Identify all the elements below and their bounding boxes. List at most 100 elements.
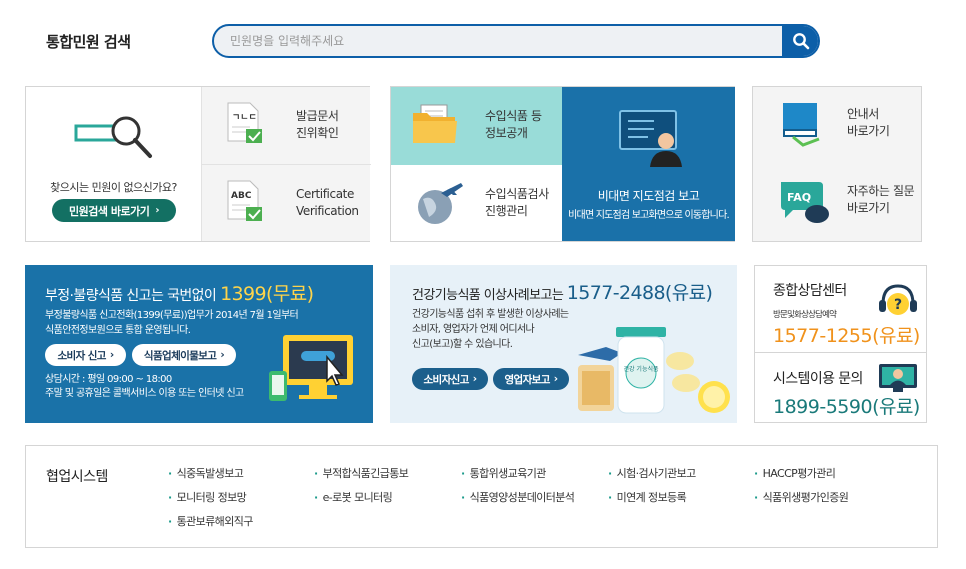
faq-line2: 바로가기 [847, 201, 890, 215]
verify-column: ㄱㄴㄷ 발급문서 진위확인 ABC Certificate Verificati… [201, 87, 371, 241]
bad-food-report-title-text: 부정·불량식품 신고는 국번없이 [45, 288, 217, 304]
document-verify-link[interactable]: ㄱㄴㄷ 발급문서 진위확인 [202, 87, 371, 164]
cooperation-link[interactable]: 시험·검사기관보고 [608, 465, 697, 481]
health-food-report-desc-line3: 신고(보고)할 수 있습니다. [412, 339, 513, 350]
remote-inspection-report-link[interactable]: 비대면 지도점검 보고 비대면 지도점검 보고화면으로 이동합니다. [562, 87, 735, 241]
import-info-line2: 정보공개 [485, 126, 528, 140]
chevron-right-icon: › [472, 373, 477, 385]
import-inspect-link[interactable]: 수입식품검사 진행관리 [391, 165, 562, 241]
certificate-verify-link[interactable]: ABC Certificate Verification [202, 164, 371, 241]
bad-food-report-number: 1399(무료) [220, 283, 314, 305]
cooperation-link[interactable]: HACCP평가관리 [754, 465, 836, 481]
business-report-label: 식품업체이물보고 [143, 349, 217, 362]
chevron-right-icon: › [109, 349, 114, 361]
finder-question: 찾으시는 민원이 없으신가요? [50, 181, 177, 194]
help-panel: 안내서 바로가기 FAQ 자주하는 질문 바로가기 [752, 86, 922, 242]
chevron-right-icon: › [155, 205, 159, 216]
faq-link[interactable]: FAQ 자주하는 질문 바로가기 [753, 164, 921, 241]
import-inspect-line2: 진행관리 [485, 204, 528, 218]
health-food-report-title: 건강기능식품 이상사례보고는 1577-2488(유료) [412, 278, 713, 305]
consult-center-number: 1577-1255(유료) [773, 325, 920, 347]
supplements-illustration: 건강 기능식품 [578, 327, 730, 414]
faq-icon: FAQ [781, 182, 829, 223]
consult-center-title: 종합상담센터 [773, 283, 847, 299]
document-verify-line1: 발급문서 [296, 109, 339, 123]
svg-text:?: ? [894, 297, 902, 313]
magnifier-icon [74, 116, 152, 158]
consumer-health-report-label: 소비자신고 [423, 373, 469, 386]
search-bar [212, 24, 820, 58]
import-info-line1: 수입식품 등 [485, 109, 542, 123]
search-icon [793, 33, 810, 50]
consult-center-subtitle: 방문및화상상담예약 [773, 310, 837, 320]
bad-food-report-title: 부정·불량식품 신고는 국번없이 1399(무료) [45, 279, 314, 306]
cooperation-link[interactable]: 통합위생교육기관 [461, 465, 547, 481]
business-health-report-label: 영업자보고 [504, 373, 550, 386]
guide-link[interactable]: 안내서 바로가기 [753, 87, 921, 164]
book-icon [783, 103, 820, 147]
consumer-report-button[interactable]: 소비자 신고 › [45, 344, 126, 366]
certificate-check-icon: ABC [227, 180, 262, 221]
cooperation-systems-title: 협업시스템 [46, 469, 108, 485]
remote-report-subtitle: 비대면 지도점검 보고화면으로 이동합니다. [568, 210, 730, 221]
cooperation-link[interactable]: 통관보류해외직구 [168, 513, 254, 529]
folder-icon [413, 104, 457, 143]
cooperation-link[interactable]: e-로봇 모니터링 [314, 489, 393, 505]
cooperation-link[interactable]: 미연계 정보등록 [608, 489, 687, 505]
document-check-icon: ㄱㄴㄷ [227, 102, 262, 143]
cooperation-systems-panel: 협업시스템 식중독발생보고 부적합식품긴급통보 통합위생교육기관 시험·검사기관보고 H… [25, 445, 938, 548]
chevron-right-icon: › [220, 349, 225, 361]
certificate-verify-line1: Certificate [296, 187, 354, 201]
search-input[interactable] [214, 26, 784, 56]
civil-search-shortcut-button[interactable]: 민원검색 바로가기 › [52, 199, 176, 222]
search-title: 통합민원 검색 [46, 33, 131, 51]
guide-line1: 안내서 [847, 107, 879, 121]
cooperation-link[interactable]: 식품영양성분데이터분석 [461, 489, 575, 505]
certificate-verify-line2: Verification [296, 204, 359, 218]
guide-line2: 바로가기 [847, 124, 890, 138]
search-button[interactable] [782, 26, 818, 56]
computer-click-illustration [269, 335, 353, 401]
certificate-icon-text: ABC [231, 191, 252, 201]
cooperation-link[interactable]: 부적합식품긴급통보 [314, 465, 409, 481]
cooperation-link[interactable]: 모니터링 정보망 [168, 489, 247, 505]
bad-food-report-desc-line1: 부정불량식품 신고전화(1399(무료))업무가 2014년 7월 1일부터 [45, 310, 299, 321]
consumer-health-report-button[interactable]: 소비자신고 › [412, 368, 488, 390]
health-food-report-desc-line2: 소비자, 영업자가 언제 어디서나 [412, 324, 535, 335]
faq-label: 자주하는 질문 바로가기 [847, 183, 915, 217]
document-icon-text: ㄱㄴㄷ [232, 113, 257, 123]
certificate-verify-label: Certificate Verification [296, 186, 359, 220]
support-monitor-icon [879, 364, 917, 392]
bad-food-report-desc: 부정불량식품 신고전화(1399(무료))업무가 2014년 7월 1일부터 식… [45, 308, 299, 338]
document-verify-label: 발급문서 진위확인 [296, 108, 339, 142]
cooperation-link[interactable]: 식중독발생보고 [168, 465, 244, 481]
import-info-link[interactable]: 수입식품 등 정보공개 [391, 87, 562, 165]
faq-badge-text: FAQ [787, 191, 811, 204]
cooperation-link[interactable]: 식품위생평가인증원 [754, 489, 849, 505]
import-info-label: 수입식품 등 정보공개 [485, 108, 542, 142]
import-inspect-line1: 수입식품검사 [485, 187, 549, 201]
consult-hours-line1: 상담시간 : 평일 09:00 ~ 18:00 [45, 374, 172, 385]
health-food-report-desc-line1: 건강기능식품 섭취 후 발생한 이상사례는 [412, 309, 569, 320]
civil-finder[interactable]: 찾으시는 민원이 없으신가요? 민원검색 바로가기 › [26, 87, 201, 241]
health-food-report-desc: 건강기능식품 섭취 후 발생한 이상사례는 소비자, 영업자가 언제 어디서나 … [412, 307, 569, 352]
consult-hours-line2: 주말 및 공휴일은 콜백서비스 이용 또는 인터넷 신고 [45, 388, 244, 399]
guide-label: 안내서 바로가기 [847, 106, 890, 140]
consult-center[interactable]: 종합상담센터 방문및화상상담예약 1577-1255(유료) ? [755, 266, 926, 353]
business-report-button[interactable]: 식품업체이물보고 › [132, 344, 236, 366]
chevron-right-icon: › [553, 373, 558, 385]
bottle-label-text: 건강 기능식품 [623, 365, 659, 373]
health-food-report-number: 1577-2488(유료) [566, 282, 713, 304]
consumer-report-label: 소비자 신고 [57, 349, 106, 362]
consult-hours: 상담시간 : 평일 09:00 ~ 18:00 주말 및 공휴일은 콜백서비스 … [45, 373, 244, 401]
contact-center-panel: 종합상담센터 방문및화상상담예약 1577-1255(유료) ? 시스템이용 문… [754, 265, 927, 423]
import-inspect-label: 수입식품검사 진행관리 [485, 186, 549, 220]
headset-question-icon: ? [879, 284, 917, 315]
health-food-report-banner: 건강기능식품 이상사례보고는 1577-2488(유료) 건강기능식품 섭취 후… [390, 265, 737, 423]
civil-finder-panel: 찾으시는 민원이 없으신가요? 민원검색 바로가기 › ㄱㄴㄷ 발급문서 진위확… [25, 86, 371, 242]
document-verify-line2: 진위확인 [296, 126, 339, 140]
remote-report-title: 비대면 지도점검 보고 [597, 189, 700, 203]
bad-food-report-desc-line2: 식품안전정보원으로 통합 운영됩니다. [45, 325, 191, 336]
civil-search-shortcut-label: 민원검색 바로가기 [69, 204, 150, 218]
business-health-report-button[interactable]: 영업자보고 › [493, 368, 569, 390]
